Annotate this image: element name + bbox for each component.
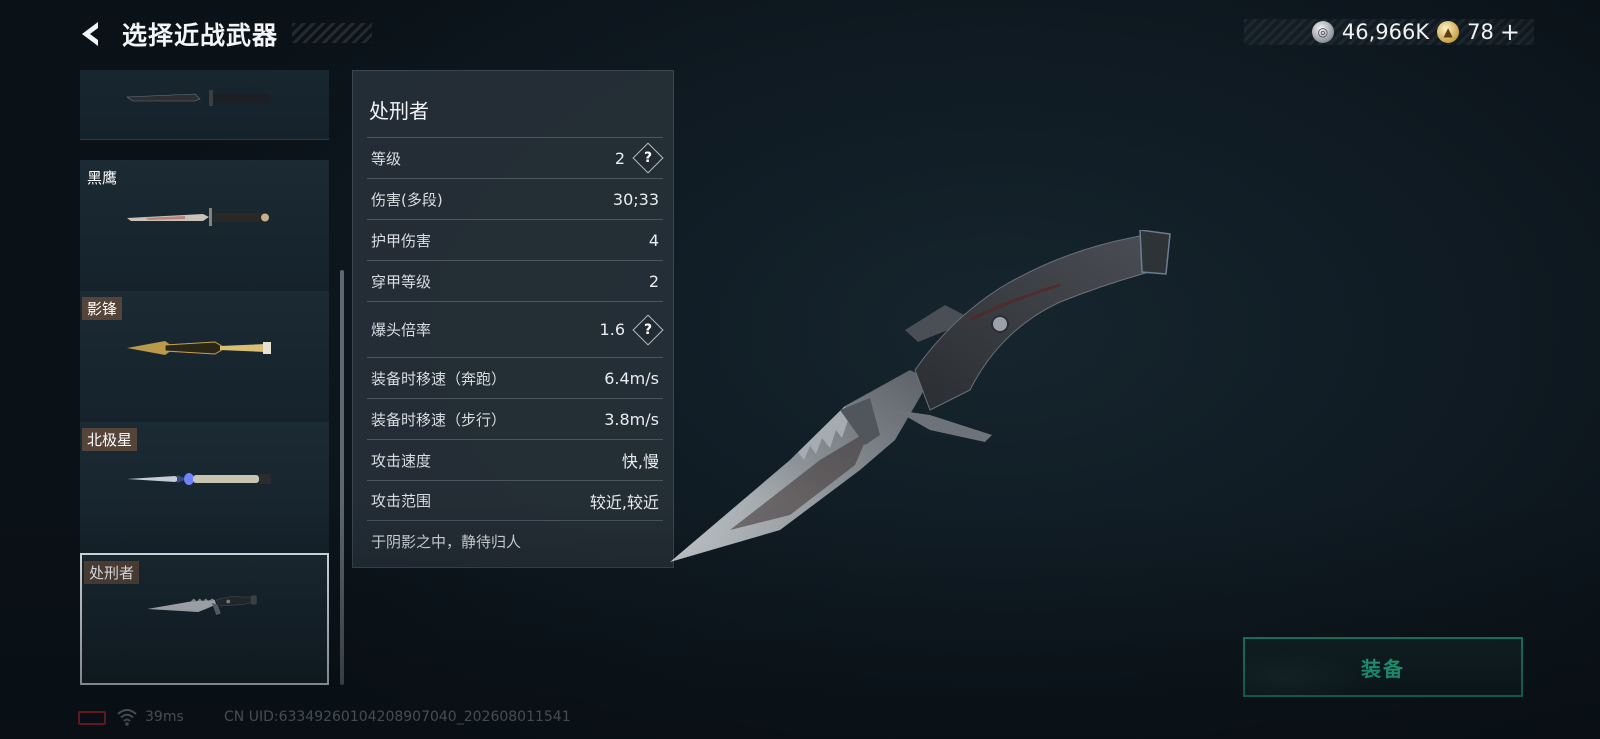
weapon-list-scrollbar[interactable] [340, 270, 344, 685]
battery-icon [78, 711, 106, 725]
weapon-list[interactable]: 黑鹰 影锋 北极星 处刑者 [80, 70, 330, 685]
network-latency: 39ms [145, 709, 184, 725]
stat-value: 较近,较近 [589, 492, 659, 512]
stat-label: 装备时移速（步行） [371, 410, 507, 429]
stat-row-attack-range: 攻击范围 较近,较近 [367, 480, 663, 521]
help-icon[interactable]: ? [632, 142, 664, 174]
equip-button[interactable]: 装备 [1243, 637, 1523, 697]
back-arrow-icon[interactable] [76, 18, 108, 50]
weapon-name: 处刑者 [84, 561, 140, 584]
stat-row-armor-piercing: 穿甲等级 2 [367, 260, 663, 301]
weapon-card[interactable]: 北极星 [80, 422, 329, 557]
knife-image [127, 341, 271, 355]
silver-amount: 46,966K [1341, 20, 1430, 44]
currency-bar: ◎ 46,966K ▲ 78 + [1244, 18, 1534, 46]
weapon-card[interactable] [80, 70, 329, 140]
stat-value: 2 [648, 271, 659, 291]
user-id: CN UID:6334926010420890704​0_20260801154… [224, 709, 571, 725]
weapon-name: 黑鹰 [87, 169, 118, 187]
stat-row-damage: 伤害(多段) 30;33 [367, 178, 663, 219]
weapon-card[interactable]: 影锋 [80, 291, 329, 426]
add-currency-button[interactable]: + [1500, 18, 1520, 46]
knife-image [127, 208, 269, 226]
executioner-knife-image [147, 595, 257, 615]
stat-label: 等级 [371, 149, 402, 168]
stat-label: 伤害(多段) [371, 190, 443, 209]
stat-row-level: 等级 2 ? [367, 137, 664, 178]
gold-amount: 78 [1467, 20, 1494, 44]
title-decoration [292, 23, 372, 43]
equip-button-label: 装备 [1361, 656, 1405, 681]
stat-value: 3.8m/s [604, 409, 659, 429]
stat-label: 爆头倍率 [371, 321, 432, 339]
stat-label: 攻击范围 [371, 492, 432, 510]
stat-label: 装备时移速（奔跑） [371, 369, 507, 388]
stat-row-headshot: 爆头倍率 1.6 ? [367, 301, 664, 357]
stat-row-run-speed: 装备时移速（奔跑） 6.4m/s [367, 357, 663, 398]
weapon-card-selected[interactable]: 处刑者 [80, 553, 329, 685]
page-title: 选择近战武器 [122, 21, 279, 50]
stat-value: 4 [648, 230, 659, 250]
weapon-name: 影锋 [82, 297, 123, 320]
stat-value: 6.4m/s [604, 368, 659, 388]
stat-row-attack-speed: 攻击速度 快,慢 [367, 439, 663, 480]
wifi-icon [117, 709, 137, 726]
stat-label: 攻击速度 [371, 451, 432, 470]
stat-label: 护甲伤害 [371, 231, 432, 250]
stat-row-armor-damage: 护甲伤害 4 [367, 219, 663, 260]
weapon-stats-panel: 处刑者 等级 2 ? 伤害(多段) 30;33 护甲伤害 4 穿甲等级 2 爆头… [352, 70, 674, 568]
stat-row-walk-speed: 装备时移速（步行） 3.8m/s [367, 398, 663, 439]
stat-value: 2 [614, 148, 625, 168]
help-icon[interactable]: ? [632, 313, 664, 346]
knife-image [127, 473, 271, 485]
stat-value: 1.6 [599, 320, 625, 339]
stat-value: 30;33 [612, 189, 659, 209]
weapon-description: 于阴影之中，静待归人 [371, 533, 522, 551]
combat-knife-image [126, 90, 269, 106]
weapon-card[interactable]: 黑鹰 [80, 160, 329, 295]
gold-coin-icon: ▲ [1437, 21, 1460, 43]
stat-label: 穿甲等级 [371, 272, 432, 291]
stat-value: 快,慢 [621, 452, 659, 471]
weapon-name: 北极星 [82, 428, 138, 451]
weapon-title: 处刑者 [369, 99, 429, 123]
silver-coin-icon: ◎ [1311, 21, 1334, 43]
executioner-knife-render [670, 230, 1171, 562]
